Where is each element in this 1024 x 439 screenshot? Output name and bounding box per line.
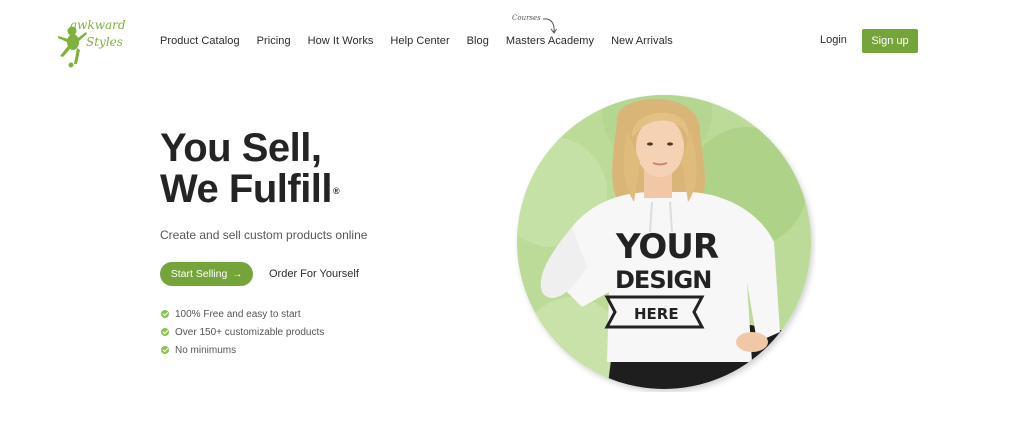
hero-title-line-2: We Fulfill®: [160, 167, 340, 211]
check-icon: [161, 346, 169, 354]
feature-list: 100% Free and easy to start Over 150+ cu…: [161, 305, 324, 359]
brand-wordmark: awkward Styles: [70, 13, 130, 53]
curved-arrow-icon: [542, 18, 557, 34]
feature-label: 100% Free and easy to start: [175, 308, 301, 320]
nav-item-product-catalog[interactable]: Product Catalog: [160, 35, 240, 47]
feature-label: Over 150+ customizable products: [175, 326, 325, 338]
model-hoodie-illustration: YOUR DESIGN HERE: [517, 95, 811, 389]
feature-label: No minimums: [175, 344, 237, 356]
hero-title-line-1: You Sell,: [160, 126, 322, 170]
nav-item-pricing[interactable]: Pricing: [257, 35, 291, 47]
feature-item: No minimums: [161, 341, 324, 359]
svg-text:awkward: awkward: [70, 18, 126, 32]
check-icon: [161, 328, 169, 336]
signup-button[interactable]: Sign up: [862, 29, 918, 53]
shirt-print-banner: HERE: [634, 305, 679, 323]
nav-item-new-arrivals[interactable]: New Arrivals: [611, 35, 673, 47]
order-for-yourself-link[interactable]: Order For Yourself: [269, 268, 359, 280]
arrow-right-icon: →: [232, 268, 243, 280]
nav-item-how-it-works[interactable]: How It Works: [308, 35, 374, 47]
start-selling-label: Start Selling: [170, 268, 228, 280]
feature-item: Over 150+ customizable products: [161, 323, 324, 341]
courses-annotation: Courses: [512, 14, 541, 22]
nav-item-blog[interactable]: Blog: [467, 35, 489, 47]
svg-text:Styles: Styles: [86, 35, 123, 49]
feature-item: 100% Free and easy to start: [161, 305, 324, 323]
shirt-print-line-1: YOUR: [615, 227, 719, 267]
check-icon: [161, 310, 169, 318]
hero-title: You Sell, We Fulfill®: [160, 126, 340, 211]
start-selling-button[interactable]: Start Selling →: [160, 262, 253, 286]
shirt-print-line-2: DESIGN: [615, 266, 711, 294]
nav-item-help-center[interactable]: Help Center: [390, 35, 449, 47]
hero-image: YOUR DESIGN HERE: [512, 92, 816, 392]
hero-title-line-2-text: We Fulfill: [160, 167, 333, 211]
main-nav: Product Catalog Pricing How It Works Hel…: [160, 33, 690, 49]
login-link[interactable]: Login: [820, 34, 847, 46]
hero-subtitle: Create and sell custom products online: [160, 228, 368, 242]
registered-mark: ®: [333, 186, 340, 196]
